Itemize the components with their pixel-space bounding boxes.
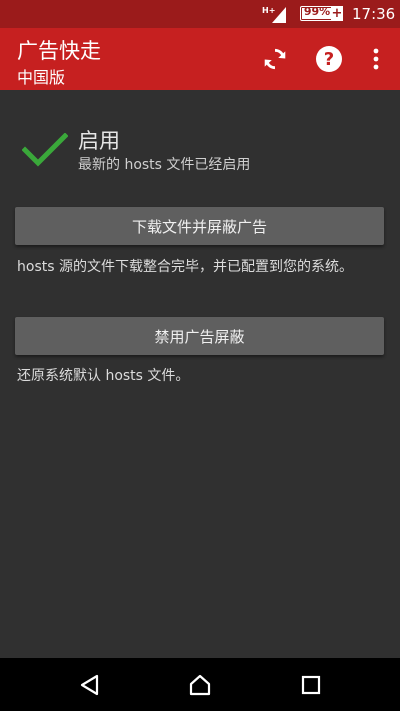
status-title: 启用 (78, 129, 120, 153)
svg-text:H+: H+ (262, 6, 275, 15)
status-time: 17:36 (352, 5, 396, 23)
back-icon (80, 674, 99, 696)
back-button[interactable] (76, 671, 104, 699)
help-button[interactable]: ? (311, 41, 347, 77)
more-vert-icon (373, 48, 379, 70)
signal-icon: H+ (262, 6, 286, 23)
battery-percent: 99% (303, 5, 331, 18)
app-bar: 广告快走 中国版 ? (0, 28, 400, 90)
recent-apps-icon (301, 675, 321, 695)
battery-icon: 99% (300, 5, 334, 21)
status-description: 最新的 hosts 文件已经启用 (78, 157, 251, 173)
status-bar: H+ 99% + 17:36 (0, 0, 400, 28)
help-icon: ? (316, 46, 342, 72)
recent-apps-button[interactable] (297, 671, 325, 699)
refresh-icon (264, 48, 286, 70)
app-title: 广告快走 (17, 39, 101, 63)
download-block-ads-button[interactable]: 下载文件并屏蔽广告 (15, 207, 384, 245)
status-section: 启用 最新的 hosts 文件已经启用 (22, 125, 382, 175)
check-icon (22, 133, 68, 167)
charging-icon: + (331, 6, 343, 21)
app-subtitle: 中国版 (17, 68, 66, 87)
screen: H+ 99% + 17:36 广告快走 中国版 ? 启用 最新的 hosts 文… (0, 0, 400, 711)
home-button[interactable] (186, 671, 214, 699)
refresh-button[interactable] (257, 41, 293, 77)
disable-ad-blocking-button[interactable]: 禁用广告屏蔽 (15, 317, 384, 355)
navigation-bar (0, 658, 400, 711)
home-icon (189, 674, 211, 696)
disable-description: 还原系统默认 hosts 文件。 (17, 368, 190, 384)
more-options-button[interactable] (358, 41, 394, 77)
svg-text:?: ? (324, 49, 334, 70)
download-description: hosts 源的文件下载整合完毕，并已配置到您的系统。 (17, 259, 353, 275)
